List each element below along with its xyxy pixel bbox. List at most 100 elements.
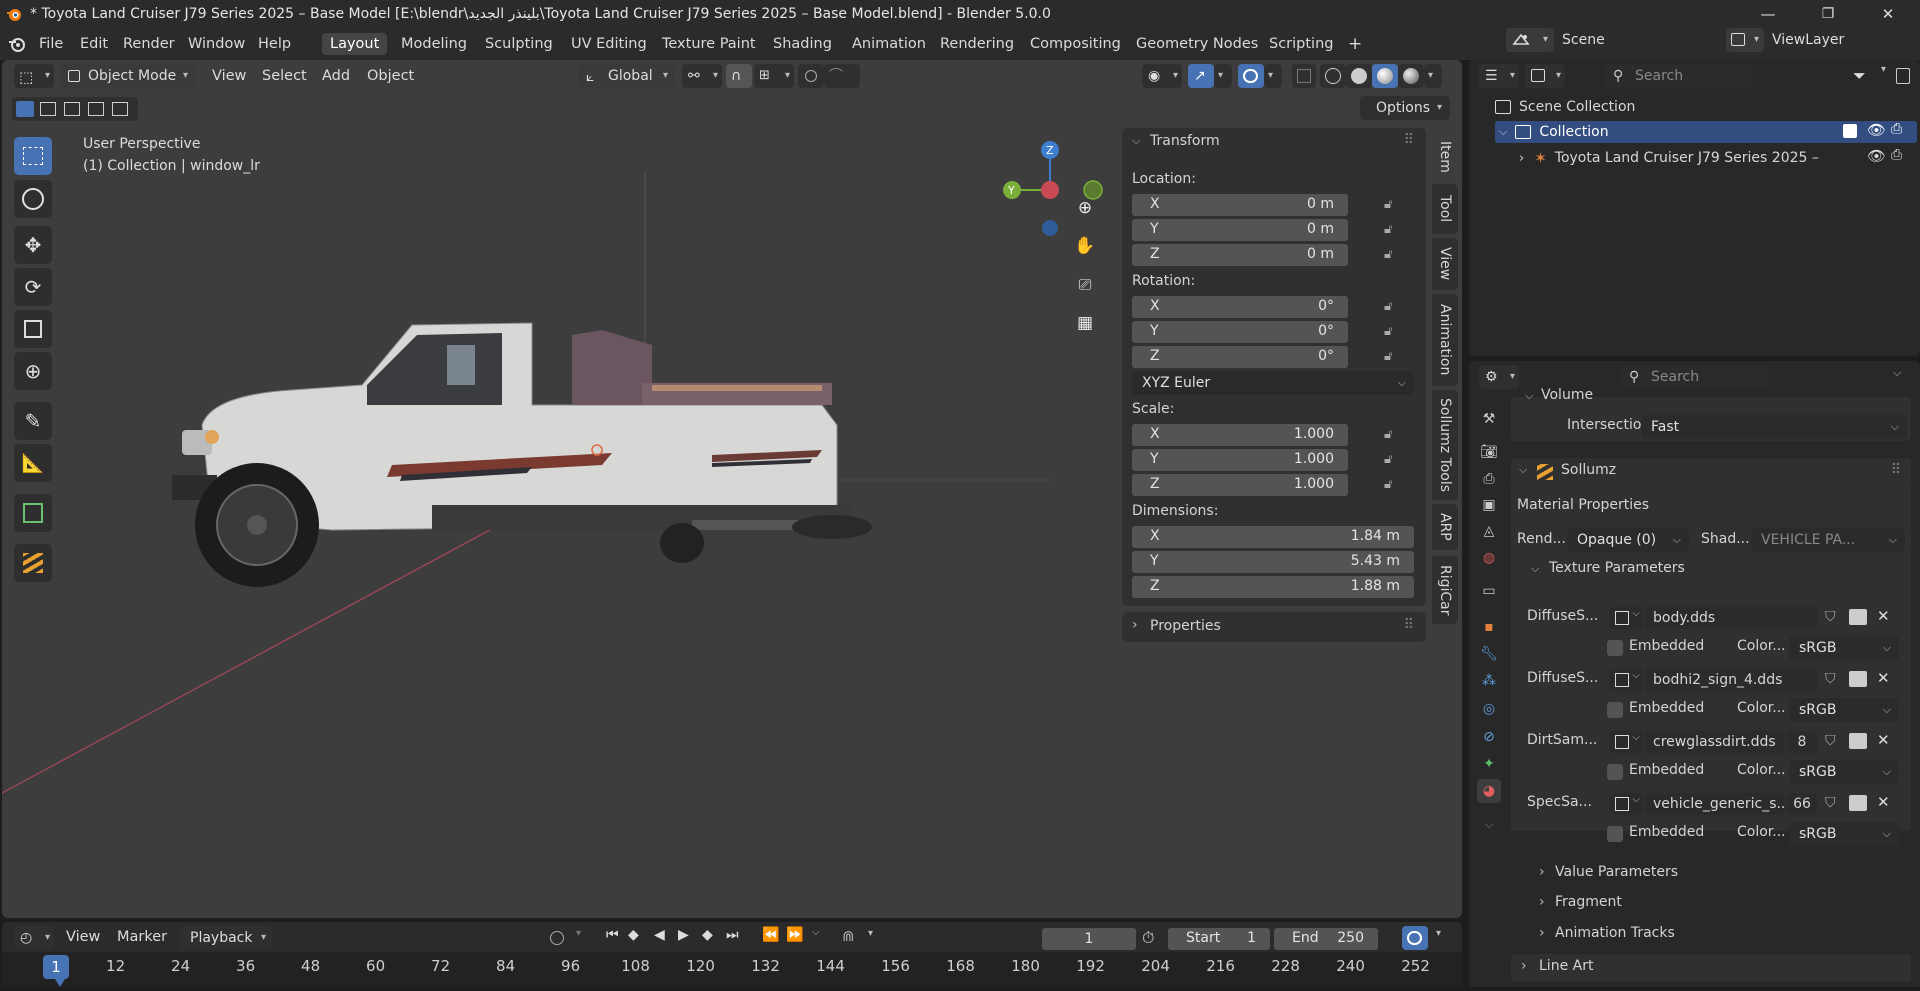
tab-geometry-nodes[interactable]: Geometry Nodes (1128, 33, 1266, 55)
sollumz-title[interactable]: Sollumz (1561, 462, 1616, 478)
viewport-menu-add[interactable]: Add (322, 68, 350, 84)
drag-handle-icon[interactable]: ⠿ (1404, 132, 1414, 148)
tab-rendering[interactable]: Rendering (932, 33, 1022, 55)
rotation-mode-dropdown[interactable]: XYZ Euler ⌵ (1132, 371, 1414, 395)
snap-toggle[interactable]: ∩ (726, 64, 752, 88)
play-button[interactable]: ▶ (678, 927, 689, 943)
line-art-row[interactable]: › Line Art (1511, 954, 1911, 982)
object-properties-icon[interactable]: ▪ (1477, 615, 1501, 639)
add-cube-tool[interactable] (14, 494, 52, 532)
texture-file-field[interactable]: vehicle_generic_s... (1645, 793, 1785, 815)
transform-tool[interactable]: ⊕ (14, 352, 52, 390)
unlink-texture-icon[interactable]: ✕ (1877, 731, 1890, 749)
render-properties-icon[interactable]: 📷︎ (1477, 440, 1501, 464)
transform-title[interactable]: Transform (1150, 133, 1220, 149)
texture-file-field[interactable]: crewglassdirt.dds (1645, 731, 1785, 753)
particles-properties-icon[interactable]: ⁂ (1477, 669, 1501, 693)
material-properties-icon[interactable]: ◕ (1477, 779, 1501, 803)
collection-visibility-eye-icon[interactable]: 👁︎ (1867, 121, 1886, 139)
object-visibility-eye-icon[interactable]: 👁︎ (1867, 147, 1886, 165)
modifier-properties-icon[interactable]: 🔧︎ (1477, 642, 1501, 666)
shading-solid-button[interactable] (1346, 64, 1372, 88)
lock-rotation-z-icon[interactable]: 🔓︎ (1384, 349, 1398, 365)
npanel-tab-sollumz-tools[interactable]: Sollumz Tools (1432, 390, 1458, 500)
object-mode-dropdown[interactable]: Object Mode ▾ (60, 64, 196, 88)
blender-menu-icon[interactable] (8, 36, 26, 52)
open-folder-icon[interactable] (1849, 733, 1867, 749)
close-button[interactable]: ✕ (1860, 0, 1916, 28)
menu-window[interactable]: Window (180, 33, 253, 55)
shader-dropdown[interactable]: VEHICLE PA... ⌵ (1751, 528, 1905, 552)
timeline-editor-type-button[interactable]: ◴ ▾ (14, 926, 54, 950)
fake-user-shield-icon[interactable]: ⛉ (1825, 733, 1836, 749)
lock-scale-y-icon[interactable]: 🔓︎ (1384, 452, 1398, 468)
lock-rotation-x-icon[interactable]: 🔓︎ (1384, 299, 1398, 315)
scale-tool[interactable] (14, 310, 52, 348)
lock-scale-x-icon[interactable]: 🔓︎ (1384, 427, 1398, 443)
move-tool[interactable]: ✥ (14, 226, 52, 264)
npanel-tab-animation[interactable]: Animation (1432, 294, 1458, 386)
lock-rotation-y-icon[interactable]: 🔓︎ (1384, 324, 1398, 340)
select-subtract-icon[interactable] (64, 102, 80, 116)
rotation-z-field[interactable]: Z 0° (1132, 346, 1348, 368)
properties-search-input[interactable]: ⚲ Search (1621, 365, 1767, 389)
line-art-label[interactable]: Line Art (1539, 958, 1593, 974)
output-properties-icon[interactable]: ⎙ (1477, 467, 1501, 491)
record-button[interactable] (550, 931, 564, 945)
scene-properties-icon[interactable]: ◬ (1477, 519, 1501, 543)
cursor-tool[interactable] (14, 180, 52, 218)
collapse-texture-params-icon[interactable]: ⌵ (1531, 562, 1539, 576)
shading-wireframe-button[interactable] (1320, 64, 1346, 88)
tab-compositing[interactable]: Compositing (1022, 33, 1129, 55)
frame-ruler[interactable] (2, 952, 1462, 991)
colorspace-dropdown[interactable]: sRGB ⌵ (1789, 822, 1899, 846)
expand-object-icon[interactable]: › (1519, 151, 1524, 166)
shading-dropdown[interactable]: ▾ (1424, 64, 1442, 88)
view-layer-properties-icon[interactable]: ▣ (1477, 493, 1501, 517)
new-collection-icon[interactable] (1896, 68, 1910, 84)
expand-animation-tracks-icon[interactable]: › (1539, 925, 1545, 941)
auto-keying-icon[interactable]: ⋒ (842, 927, 855, 945)
value-parameters-row[interactable]: › Value Parameters (1511, 862, 1911, 888)
frame-end-field[interactable]: End 250 (1274, 928, 1378, 950)
npanel-tab-rigicar[interactable]: RigiCar (1432, 556, 1458, 624)
select-intersect-icon[interactable] (112, 102, 128, 116)
next-keyframe-button[interactable]: ◆ (702, 927, 713, 943)
viewport-menu-select[interactable]: Select (262, 68, 307, 84)
xray-toggle[interactable] (1292, 64, 1316, 88)
zoom-button[interactable]: ⊕ (1070, 193, 1100, 223)
fake-user-shield-icon[interactable]: ⛉ (1825, 671, 1836, 687)
dimensions-x-field[interactable]: X 1.84 m (1132, 526, 1414, 548)
dimensions-z-field[interactable]: Z 1.88 m (1132, 576, 1414, 598)
viewport-menu-view[interactable]: View (212, 68, 246, 84)
sollumz-header[interactable]: ⌵ Sollumz ⠿ (1511, 458, 1911, 486)
viewport-menu-object[interactable]: Object (367, 68, 414, 84)
image-browse-button[interactable]: ⌵ (1609, 793, 1643, 815)
collapse-volume-icon[interactable]: ⌵ (1525, 389, 1533, 403)
select-extend-icon[interactable] (40, 102, 56, 116)
unlink-texture-icon[interactable]: ✕ (1877, 607, 1890, 625)
sollumz-drag-handle-icon[interactable]: ⠿ (1891, 462, 1901, 478)
lock-location-y-icon[interactable]: 🔓︎ (1384, 222, 1398, 238)
addon-tool[interactable] (14, 544, 52, 582)
world-properties-icon[interactable]: ◍ (1477, 546, 1501, 570)
embedded-checkbox[interactable] (1607, 764, 1623, 780)
properties-subpanel[interactable]: › Properties ⠿ (1122, 612, 1426, 642)
select-difference-icon[interactable] (88, 102, 104, 116)
next-marker-button[interactable]: ⏩ (786, 927, 803, 943)
select-box-tool[interactable] (14, 137, 52, 175)
object-render-camera-icon[interactable]: ⎙ (1891, 147, 1902, 163)
texture-file-field[interactable]: body.dds (1645, 607, 1817, 629)
filter-icon[interactable]: ⏷ (1853, 66, 1866, 86)
jump-end-button[interactable]: ⏭ (726, 927, 739, 943)
properties-options-icon[interactable]: ⌵ (1893, 366, 1901, 380)
scene-collection-row[interactable]: Scene Collection (1495, 96, 1635, 118)
shading-material-button[interactable] (1372, 64, 1398, 88)
menu-file[interactable]: File (31, 33, 71, 55)
collapse-collection-icon[interactable]: ⌵ (1499, 125, 1507, 139)
playhead[interactable]: 1 (43, 955, 69, 979)
location-y-field[interactable]: Y0 m (1132, 219, 1348, 241)
add-workspace-button[interactable]: + (1340, 33, 1370, 55)
expand-line-art-icon[interactable]: › (1521, 958, 1527, 974)
colorspace-dropdown[interactable]: sRGB ⌵ (1789, 698, 1899, 722)
